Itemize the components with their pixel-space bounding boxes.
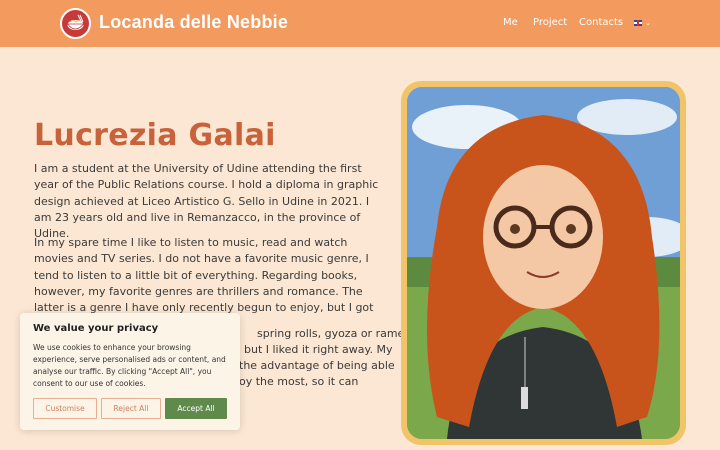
language-switcher[interactable]: ⌄ [634, 18, 654, 28]
ramen-bowl-logo-icon[interactable] [60, 8, 91, 39]
cookie-title: We value your privacy [33, 323, 159, 334]
bio-paragraph-3-line-2: but I liked it right away. My [244, 343, 393, 356]
bio-paragraph-3-line-4: oy the most, so it can [239, 375, 359, 388]
bio-paragraph-3-line-3: the advantage of being able [239, 359, 395, 372]
cookie-consent-banner: We value your privacy We use cookies to … [20, 313, 240, 430]
cookie-text: We use cookies to enhance your browsing … [33, 343, 226, 388]
nav-me[interactable]: Me [503, 17, 518, 28]
bio-paragraph-1: I am a student at the University of Udin… [34, 162, 379, 241]
accept-all-button[interactable]: Accept All [165, 398, 227, 419]
chevron-down-icon: ⌄ [645, 18, 651, 27]
nav-project[interactable]: Project [533, 17, 567, 28]
site-header: Locanda delle Nebbie Me Project Contacts… [0, 0, 720, 47]
site-brand[interactable]: Locanda delle Nebbie [99, 12, 288, 33]
portrait-illustration [407, 87, 680, 439]
bio-paragraph-3-line-1: spring rolls, gyoza or ramen. [257, 327, 415, 340]
nav-contacts[interactable]: Contacts [579, 17, 623, 28]
page-title: Lucrezia Galai [34, 118, 276, 153]
customise-button[interactable]: Customise [33, 398, 97, 419]
reject-all-button[interactable]: Reject All [101, 398, 161, 419]
portrait-frame [401, 81, 686, 445]
uk-flag-icon [634, 20, 642, 26]
